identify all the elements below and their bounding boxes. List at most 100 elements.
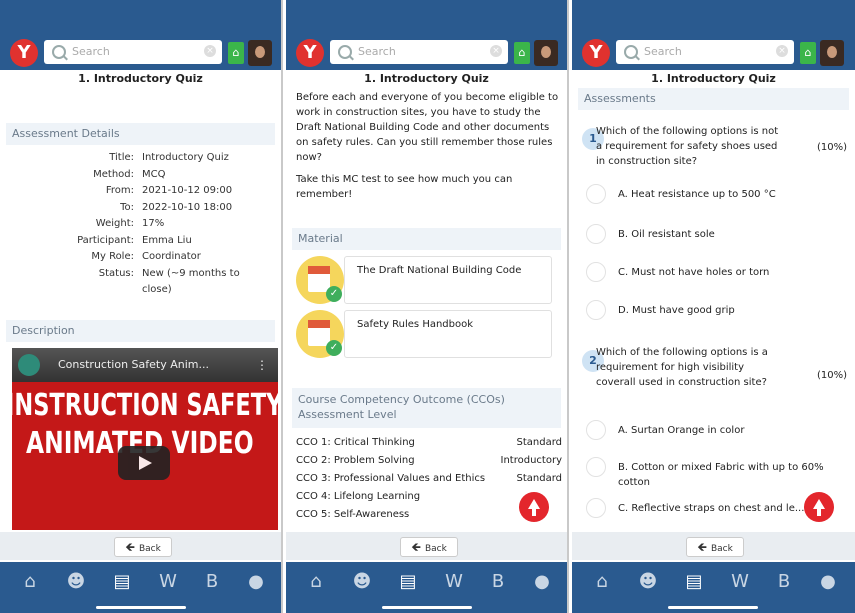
- clipboard-icon[interactable]: ▤: [682, 570, 706, 594]
- screen-material: Y Search × ⌂ 1. Introductory Quiz Before…: [286, 0, 569, 613]
- question-text: Which of the following options is not a …: [596, 126, 779, 167]
- material-item[interactable]: Safety Rules Handbook: [344, 310, 552, 358]
- back-bar: 🡸 Back: [286, 532, 567, 560]
- avatar[interactable]: [248, 40, 272, 66]
- option-label: A. Heat resistance up to 500 °C: [618, 189, 776, 200]
- back-arrow-icon: 🡸: [697, 540, 707, 554]
- scroll-to-top-button[interactable]: [804, 492, 834, 522]
- back-button[interactable]: 🡸 Back: [686, 537, 744, 557]
- avatar[interactable]: [534, 40, 558, 66]
- home-icon[interactable]: ⌂: [228, 42, 244, 64]
- description-header: Description: [6, 320, 275, 342]
- back-button[interactable]: 🡸 Back: [114, 537, 172, 557]
- page-title: 1. Introductory Quiz: [651, 72, 776, 85]
- option-label: C. Must not have holes or torn: [618, 267, 770, 278]
- radio-button[interactable]: [586, 184, 606, 204]
- search-icon: [624, 45, 638, 59]
- video-thumb-text-1: INSTRUCTION SAFETY: [12, 388, 278, 423]
- avatar[interactable]: [820, 40, 844, 66]
- back-arrow-icon: 🡸: [125, 540, 135, 554]
- radio-button[interactable]: [586, 420, 606, 440]
- answer-option[interactable]: B. Oil resistant sole: [582, 222, 846, 248]
- search-placeholder: Search: [72, 45, 110, 58]
- home-icon[interactable]: ⌂: [590, 570, 614, 594]
- play-button[interactable]: [118, 446, 170, 480]
- home-icon[interactable]: ⌂: [18, 570, 42, 594]
- home-icon[interactable]: ⌂: [304, 570, 328, 594]
- back-bar: 🡸 Back: [0, 532, 281, 560]
- answer-option[interactable]: D. Must have good grip: [582, 298, 846, 324]
- detail-value: close): [142, 284, 172, 295]
- b-icon[interactable]: B: [486, 570, 510, 594]
- radio-button[interactable]: [586, 457, 606, 477]
- detail-label: Weight:: [95, 218, 134, 229]
- clipboard-icon[interactable]: ▤: [110, 570, 134, 594]
- top-bar: Y Search × ⌂: [0, 0, 281, 70]
- cco-header-line1: Course Competency Outcome (CCOs): [298, 393, 505, 406]
- w-icon[interactable]: W: [442, 570, 466, 594]
- scroll-to-top-button[interactable]: [519, 492, 549, 522]
- chat-icon[interactable]: ●: [244, 570, 268, 594]
- top-bar: Y Search × ⌂: [572, 0, 855, 70]
- w-icon[interactable]: W: [728, 570, 752, 594]
- video-player[interactable]: Construction Safety Anim... ⋮ INSTRUCTIO…: [12, 348, 278, 530]
- people-icon[interactable]: ☻: [636, 570, 660, 594]
- search-input[interactable]: Search ×: [330, 40, 508, 64]
- clear-search-icon[interactable]: ×: [490, 45, 502, 57]
- pdf-icon: ✓: [296, 310, 344, 358]
- option-label: A. Surtan Orange in color: [618, 425, 745, 436]
- chat-icon[interactable]: ●: [530, 570, 554, 594]
- b-icon[interactable]: B: [772, 570, 796, 594]
- material-header: Material: [292, 228, 561, 250]
- clear-search-icon[interactable]: ×: [204, 45, 216, 57]
- answer-option[interactable]: B. Cotton or mixed Fabric with up to 60%…: [582, 455, 846, 488]
- search-icon: [52, 45, 66, 59]
- radio-button[interactable]: [586, 498, 606, 518]
- page-title: 1. Introductory Quiz: [78, 72, 203, 85]
- home-indicator: [96, 606, 186, 609]
- question-weight: (10%): [816, 370, 847, 381]
- answer-option[interactable]: A. Heat resistance up to 500 °C: [582, 182, 846, 208]
- cco-level: Standard: [516, 437, 563, 448]
- chat-icon[interactable]: ●: [816, 570, 840, 594]
- material-title: The Draft National Building Code: [357, 265, 522, 276]
- answer-option[interactable]: A. Surtan Orange in color: [582, 418, 846, 444]
- top-bar: Y Search × ⌂: [286, 0, 567, 70]
- clear-search-icon[interactable]: ×: [776, 45, 788, 57]
- cco-row: CCO 1: Critical Thinking Standard: [296, 437, 562, 448]
- material-item[interactable]: The Draft National Building Code: [344, 256, 552, 304]
- app-logo[interactable]: Y: [10, 39, 38, 67]
- answer-option[interactable]: C. Must not have holes or torn: [582, 260, 846, 286]
- cco-row: CCO 2: Problem Solving Introductory: [296, 455, 562, 466]
- clipboard-icon[interactable]: ▤: [396, 570, 420, 594]
- home-icon[interactable]: ⌂: [514, 42, 530, 64]
- app-logo[interactable]: Y: [582, 39, 610, 67]
- question-text: Which of the following options is a requ…: [596, 347, 768, 388]
- back-button[interactable]: 🡸 Back: [400, 537, 458, 557]
- radio-button[interactable]: [586, 224, 606, 244]
- detail-value: 17%: [142, 218, 165, 229]
- video-title: Construction Safety Anim...: [58, 358, 209, 371]
- tab-bar: ⌂ ☻ ▤ W B ●: [572, 562, 855, 613]
- home-icon[interactable]: ⌂: [800, 42, 816, 64]
- video-title-bar: Construction Safety Anim... ⋮: [12, 348, 278, 382]
- cco-name: CCO 4: Lifelong Learning: [296, 491, 421, 502]
- app-logo[interactable]: Y: [296, 39, 324, 67]
- radio-button[interactable]: [586, 262, 606, 282]
- cco-header: Course Competency Outcome (CCOs) Assessm…: [292, 388, 561, 428]
- w-icon[interactable]: W: [156, 570, 180, 594]
- back-label: Back: [138, 544, 161, 554]
- detail-label: My Role:: [91, 251, 134, 262]
- search-input[interactable]: Search ×: [616, 40, 794, 64]
- radio-button[interactable]: [586, 300, 606, 320]
- back-label: Back: [710, 544, 733, 554]
- more-options-icon[interactable]: ⋮: [256, 358, 268, 372]
- check-icon: ✓: [326, 340, 342, 356]
- b-icon[interactable]: B: [200, 570, 224, 594]
- people-icon[interactable]: ☻: [350, 570, 374, 594]
- search-input[interactable]: Search ×: [44, 40, 222, 64]
- detail-value: Introductory Quiz: [142, 152, 229, 163]
- three-screen-collage: Y Search × ⌂ 1. Introductory Quiz Assess…: [0, 0, 855, 613]
- people-icon[interactable]: ☻: [64, 570, 88, 594]
- intro-paragraph: Before each and everyone of you become e…: [296, 92, 559, 163]
